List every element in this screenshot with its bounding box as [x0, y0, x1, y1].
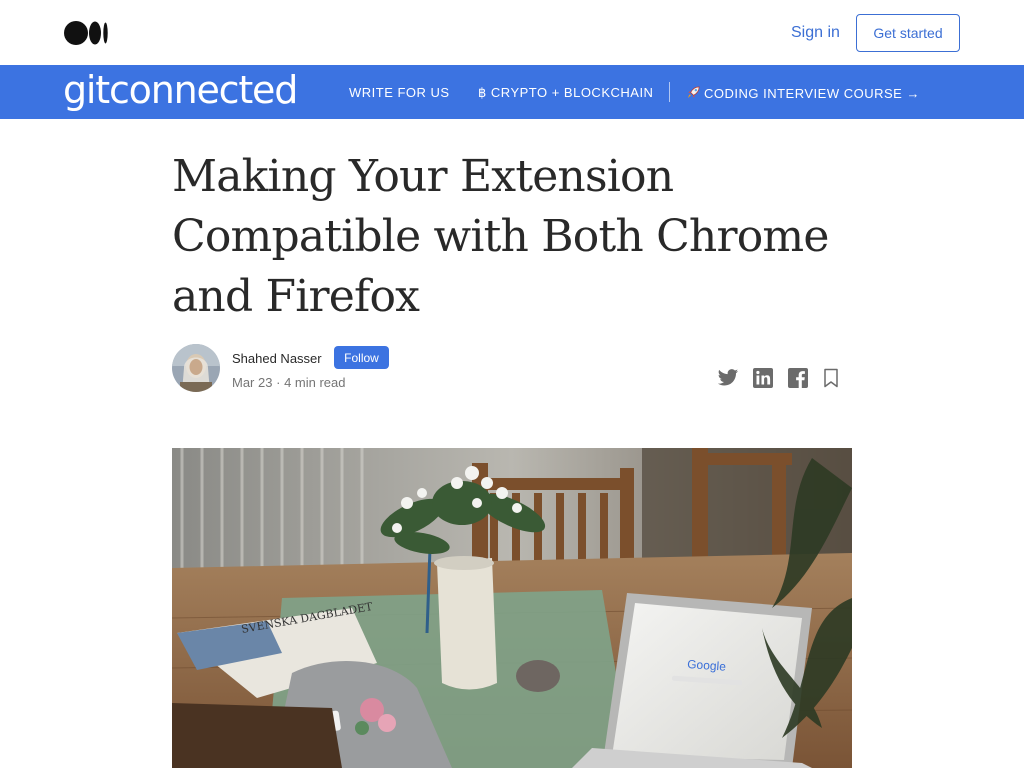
publish-date: Mar 23 [232, 375, 273, 390]
nav-coding-interview-course[interactable]: CODING INTERVIEW COURSE → [686, 85, 920, 101]
meta-separator: · [276, 375, 281, 390]
nav-divider [669, 82, 670, 102]
article-title: Making Your Extension Compatible with Bo… [172, 151, 829, 322]
top-bar: Sign in Get started [0, 0, 1024, 65]
linkedin-share-button[interactable] [752, 367, 774, 389]
author-name[interactable]: Shahed Nasser [232, 351, 322, 366]
bookmark-button[interactable] [820, 367, 842, 389]
article-meta: Mar 23 · 4 min read [232, 375, 345, 390]
nav-write-for-us[interactable]: WRITE FOR US [349, 85, 450, 100]
facebook-share-button[interactable] [787, 367, 809, 389]
nav-course-label: CODING INTERVIEW COURSE → [704, 86, 920, 101]
follow-button[interactable]: Follow [334, 346, 389, 369]
sign-in-link[interactable]: Sign in [791, 24, 840, 42]
bookmark-icon [824, 368, 838, 388]
rocket-icon [687, 86, 700, 99]
linkedin-icon [753, 368, 773, 388]
twitter-share-button[interactable] [717, 367, 739, 389]
read-time: 4 min read [284, 375, 346, 390]
publication-nav: gitconnected WRITE FOR US ฿ CRYPTO + BLO… [0, 65, 1024, 119]
bitcoin-icon: ฿ [478, 85, 487, 100]
publication-logo[interactable]: gitconnected [63, 68, 298, 112]
facebook-icon [788, 368, 808, 388]
twitter-icon [717, 369, 739, 386]
medium-logo-icon[interactable] [64, 19, 110, 47]
author-avatar[interactable] [172, 344, 220, 392]
get-started-button[interactable]: Get started [856, 14, 960, 52]
nav-crypto-blockchain[interactable]: ฿ CRYPTO + BLOCKCHAIN [478, 85, 653, 101]
nav-crypto-label: CRYPTO + BLOCKCHAIN [490, 85, 654, 100]
laptop-screen-text: Google [687, 657, 727, 674]
hero-image: SVENSKA DAGBLADET Google [172, 448, 852, 768]
